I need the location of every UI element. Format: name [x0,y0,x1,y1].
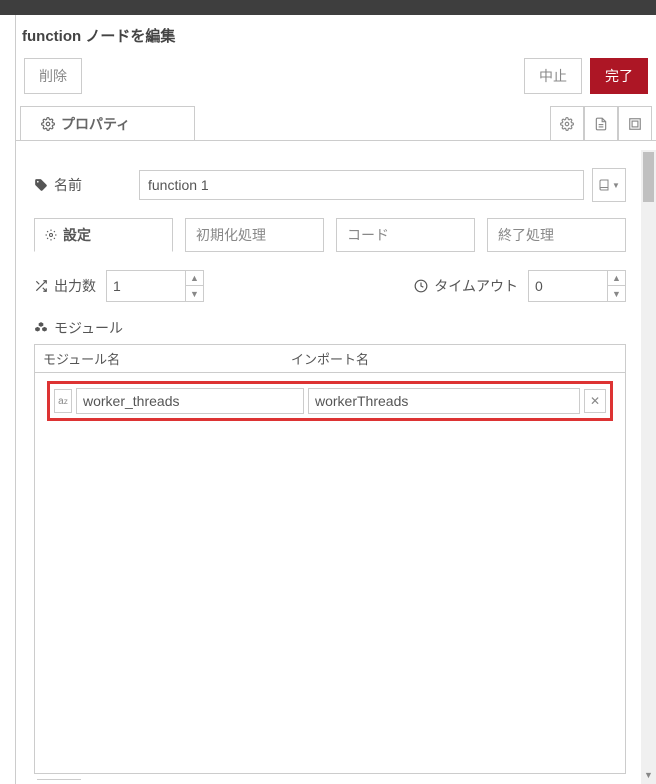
module-name-input[interactable] [76,388,304,414]
sub-tab-setup[interactable]: 設定 [34,218,173,252]
sub-tab-strip: 設定 初期化処理 コード 終了処理 [34,218,626,252]
right-scrollbar[interactable]: ▲ ▼ [641,150,656,784]
clock-icon [414,279,428,293]
timeout-spinner[interactable]: ▲▼ [608,270,626,302]
tab-properties-label: プロパティ [61,114,130,134]
shuffle-icon [34,279,48,293]
sub-tab-close[interactable]: 終了処理 [487,218,626,252]
col-module-name: モジュール名 [35,345,283,372]
app-topbar [0,0,656,15]
numeric-row: 出力数 ▲▼ タイムアウト ▲▼ [34,270,626,302]
import-name-input[interactable] [308,388,580,414]
timeout-group: タイムアウト [414,276,518,296]
outputs-spinner[interactable]: ▲▼ [186,270,204,302]
add-module-button[interactable]: + 追加 [37,779,81,780]
gear-icon [45,229,57,241]
cubes-icon [34,321,48,335]
tab-properties[interactable]: プロパティ [20,106,195,140]
panel-title: function ノードを編集 [16,15,656,58]
module-row: az ✕ [47,381,613,421]
book-icon [598,179,610,191]
description-icon-button[interactable] [584,106,618,140]
name-label: 名前 [34,175,139,195]
outputs-input[interactable] [106,270,186,302]
remove-row-button[interactable]: ✕ [584,389,606,413]
main-tab-strip: プロパティ [16,106,656,141]
gear-icon [41,117,55,131]
modules-table-body: az ✕ + 追加 [34,372,626,774]
cancel-button[interactable]: 中止 [524,58,582,94]
scroll-thumb[interactable] [643,152,654,202]
settings-icon-button[interactable] [550,106,584,140]
delete-button[interactable]: 削除 [24,58,82,94]
caret-down-icon: ▼ [612,181,620,190]
outputs-group: 出力数 [34,276,96,296]
appearance-icon-button[interactable] [618,106,652,140]
sort-az-icon[interactable]: az [54,389,72,413]
done-button[interactable]: 完了 [590,58,648,94]
modules-table-head: モジュール名 インポート名 [34,344,626,372]
content-area: 名前 ▼ 設定 初期化処理 コード 終了処理 [20,150,640,780]
sub-tab-code[interactable]: コード [336,218,475,252]
timeout-input[interactable] [528,270,608,302]
edit-panel: function ノードを編集 削除 中止 完了 プロパティ [15,15,656,784]
name-input[interactable] [139,170,584,200]
outputs-label: 出力数 [54,276,96,296]
panel-actions: 削除 中止 完了 [16,58,656,106]
scroll-down-icon[interactable]: ▼ [641,770,656,784]
sub-tab-init[interactable]: 初期化処理 [185,218,324,252]
col-import-name: インポート名 [283,345,625,372]
library-button[interactable]: ▼ [592,168,626,202]
timeout-label: タイムアウト [434,276,518,296]
modules-header: モジュール [34,318,626,338]
tag-icon [34,178,48,192]
name-row: 名前 ▼ [34,168,626,202]
